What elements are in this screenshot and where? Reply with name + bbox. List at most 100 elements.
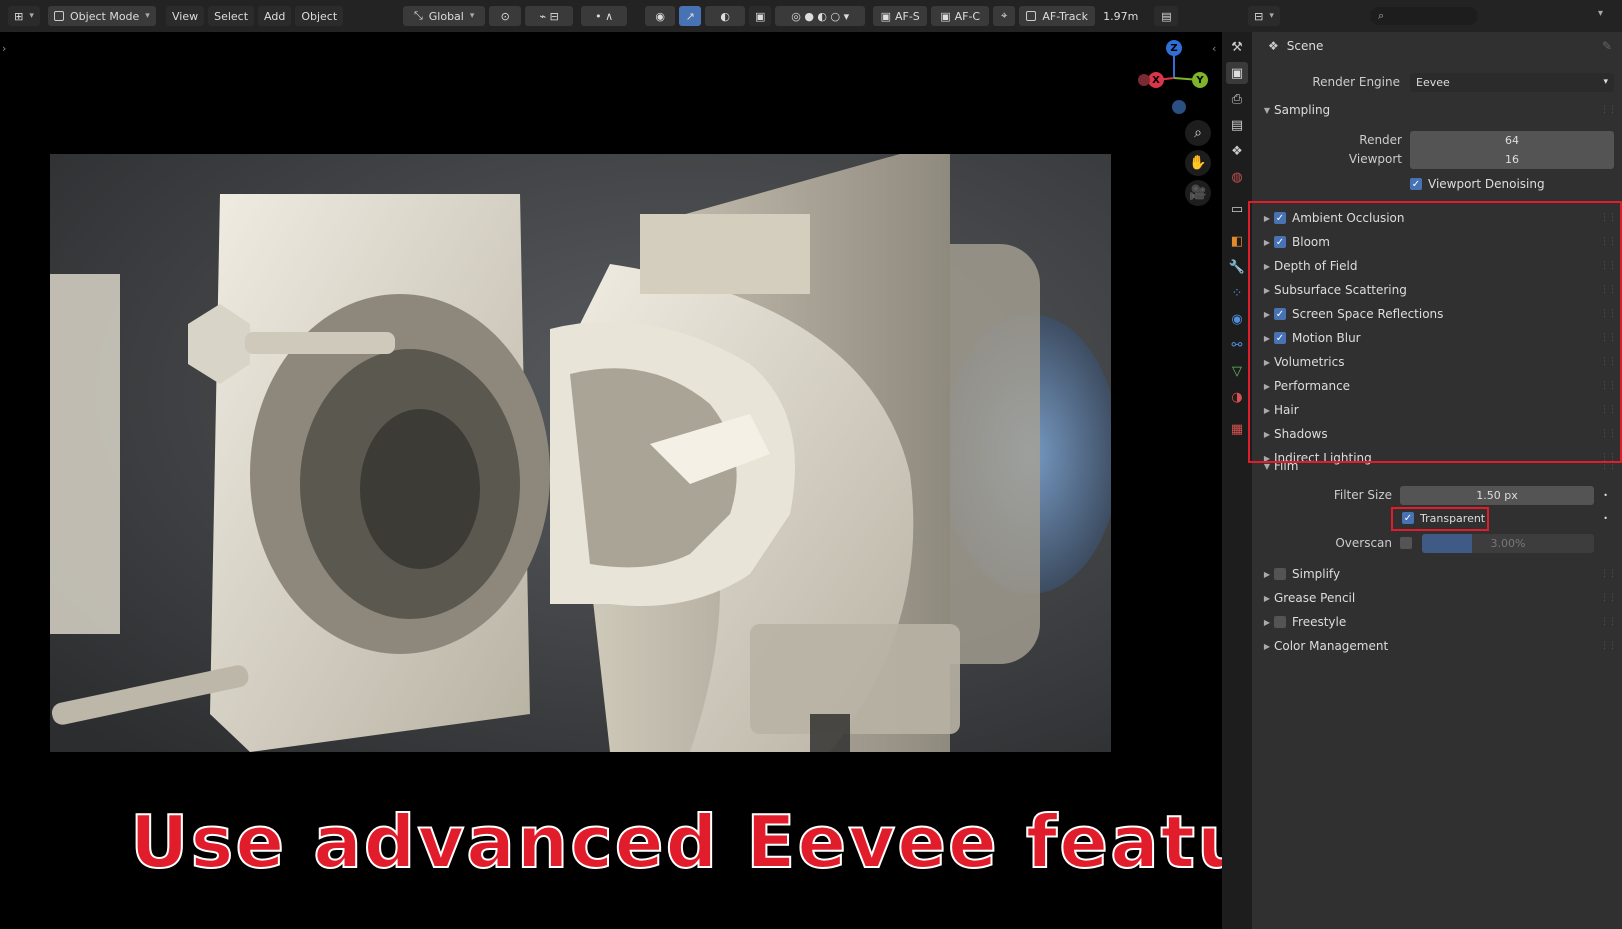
simplify-checkbox[interactable]	[1274, 568, 1286, 580]
object-tab-icon[interactable]: ◧	[1226, 230, 1248, 252]
output-tab-icon[interactable]: ⎙	[1226, 88, 1248, 110]
gizmo-x-axis[interactable]: X	[1148, 72, 1164, 88]
overlay-icon: ◐	[720, 9, 730, 23]
freestyle-checkbox[interactable]	[1274, 616, 1286, 628]
view-layer-tab-icon[interactable]: ▤	[1226, 114, 1248, 136]
menu-select[interactable]: Select	[208, 6, 255, 26]
drag-grip-icon[interactable]: ⋮⋮	[1600, 617, 1617, 627]
panel-grease-pencil[interactable]: ▶ Grease Pencil ⋮⋮	[1252, 586, 1622, 610]
overlay-toggle[interactable]: ◐	[705, 6, 746, 26]
color-management-label: Color Management	[1274, 639, 1389, 653]
filter-size-label: Filter Size	[1333, 488, 1392, 502]
af-c-button[interactable]: ▣ AF-C	[931, 6, 990, 26]
scene-label: Scene	[1286, 39, 1324, 53]
freestyle-label: Freestyle	[1292, 615, 1347, 629]
proportional-icon: • ∧	[595, 9, 614, 23]
world-tab-icon[interactable]: ◍	[1226, 166, 1248, 188]
material-tab-icon[interactable]: ◑	[1226, 386, 1248, 408]
distance-readout: 1.97m	[1103, 9, 1139, 23]
drag-grip-icon[interactable]: ⋮⋮	[1600, 641, 1617, 651]
drag-grip-icon[interactable]: ⋮⋮	[1600, 593, 1617, 603]
overscan-checkbox[interactable]	[1400, 537, 1412, 549]
modifier-tab-icon[interactable]: 🔧	[1226, 256, 1248, 278]
orientation-dropdown[interactable]: ⤡ Global ▾	[403, 6, 486, 26]
camera-icon: ▣	[880, 9, 891, 23]
gizmo-toggle[interactable]: ↗	[679, 6, 702, 26]
sampling-viewport-field[interactable]: 16	[1410, 149, 1614, 169]
data-tab-icon[interactable]: ▽	[1226, 360, 1248, 382]
snap-dropdown[interactable]: ⌁ ⊟	[525, 6, 574, 26]
track-icon	[1026, 11, 1037, 21]
zoom-icon[interactable]: ⌕	[1185, 120, 1211, 146]
sampling-title: Sampling	[1274, 103, 1331, 117]
scene-tab-icon[interactable]: ❖	[1226, 140, 1248, 162]
pan-hand-icon[interactable]: ✋	[1185, 150, 1211, 176]
shading-icons: ◎ ● ◐ ○ ▾	[791, 9, 850, 23]
focus-object-button[interactable]: ⌖	[993, 6, 1016, 26]
scene-icon: ❖	[1268, 39, 1279, 53]
physics-tab-icon[interactable]: ◉	[1226, 308, 1248, 330]
sampling-viewport-row: Viewport 16	[1252, 147, 1622, 171]
gizmo-icon: ↗	[685, 9, 695, 23]
af-s-button[interactable]: ▣ AF-S	[873, 6, 928, 26]
collapsed-triangle-icon: ▶	[1263, 569, 1271, 579]
properties-search-field[interactable]: ⌕	[1370, 7, 1478, 25]
render-engine-row: Render Engine Eevee ▾	[1252, 70, 1622, 94]
af-s-label: AF-S	[894, 9, 920, 23]
search-icon: ⌕	[1378, 9, 1385, 22]
transparent-highlight-box	[1391, 507, 1489, 531]
drag-grip-icon[interactable]: ⋮⋮	[1600, 105, 1617, 115]
render-tab-icon[interactable]: ▣	[1226, 62, 1248, 84]
gizmo-neg-y-axis[interactable]	[1172, 100, 1186, 114]
panel-color-management[interactable]: ▶ Color Management ⋮⋮	[1252, 634, 1622, 658]
toolbar-expand-arrow[interactable]: ›	[2, 42, 6, 55]
panel-simplify[interactable]: ▶ Simplify ⋮⋮	[1252, 562, 1622, 586]
menu-view[interactable]: View	[166, 6, 205, 26]
viewport-denoising-label: Viewport Denoising	[1428, 177, 1545, 191]
viewport-denoising-checkbox[interactable]: ✓	[1410, 178, 1422, 190]
viewport-denoising-row[interactable]: ✓ Viewport Denoising	[1252, 172, 1622, 196]
properties-options-dropdown[interactable]: ▾	[1598, 8, 1603, 19]
keyframe-dot-icon[interactable]: •	[1603, 514, 1608, 523]
collection-tab-icon[interactable]: ▭	[1226, 198, 1248, 220]
sidebar-toggle[interactable]: ▤	[1154, 6, 1179, 26]
menu-object[interactable]: Object	[295, 6, 344, 26]
overscan-field[interactable]: 3.00%	[1422, 533, 1594, 553]
af-track-button[interactable]: AF-Track	[1019, 6, 1096, 26]
constraints-tab-icon[interactable]: ⚯	[1226, 334, 1248, 356]
collapsed-triangle-icon: ▶	[1263, 641, 1271, 651]
keyframe-dot-icon[interactable]: •	[1603, 491, 1608, 500]
particles-tab-icon[interactable]: ⁘	[1226, 282, 1248, 304]
properties-editor-type[interactable]: ⊟ ▾	[1248, 6, 1280, 26]
render-engine-value: Eevee	[1416, 75, 1450, 89]
panel-freestyle[interactable]: ▶ Freestyle ⋮⋮	[1252, 610, 1622, 634]
valve-render-illustration	[50, 154, 1111, 752]
tool-tab-icon[interactable]: ⚒	[1226, 36, 1248, 58]
shading-modes[interactable]: ◎ ● ◐ ○ ▾	[775, 6, 866, 26]
pivot-dropdown[interactable]: ⊙	[489, 6, 522, 26]
texture-tab-icon[interactable]: ▦	[1226, 418, 1248, 440]
editor-type-button[interactable]: ⊞ ▾	[8, 6, 40, 26]
camera-view-icon[interactable]: 🎥	[1185, 180, 1211, 206]
visibility-dropdown[interactable]: ◉	[645, 6, 676, 26]
sampling-panel-header[interactable]: ▼ Sampling ⋮⋮	[1252, 98, 1622, 122]
navigation-gizmo[interactable]: Z X Y	[1130, 38, 1210, 118]
viewport-header: ⊞ ▾ Object Mode ▾ View Select Add Object ⤡…	[0, 0, 1222, 32]
camera-icon: ▣	[940, 9, 951, 23]
render-engine-dropdown[interactable]: Eevee ▾	[1410, 72, 1614, 92]
menu-add[interactable]: Add	[258, 6, 292, 26]
proportional-edit-dropdown[interactable]: • ∧	[581, 6, 628, 26]
headline-caption: Use advanced Eevee features	[129, 799, 1384, 885]
filter-size-field[interactable]: 1.50 px	[1400, 485, 1594, 505]
xray-toggle[interactable]: ▣	[749, 6, 772, 26]
mode-dropdown[interactable]: Object Mode ▾	[48, 6, 156, 26]
pin-icon[interactable]: ✎	[1602, 39, 1612, 53]
gizmo-z-axis[interactable]: Z	[1166, 40, 1182, 56]
gizmo-y-axis[interactable]: Y	[1192, 72, 1208, 88]
render-preview-image	[50, 154, 1111, 752]
drag-grip-icon[interactable]: ⋮⋮	[1600, 569, 1617, 579]
xray-icon: ▣	[754, 9, 766, 23]
grease-pencil-label: Grease Pencil	[1274, 591, 1356, 605]
sidebar-expand-arrow[interactable]: ‹	[1212, 42, 1216, 55]
gizmo-neg-x-axis[interactable]	[1138, 74, 1150, 86]
